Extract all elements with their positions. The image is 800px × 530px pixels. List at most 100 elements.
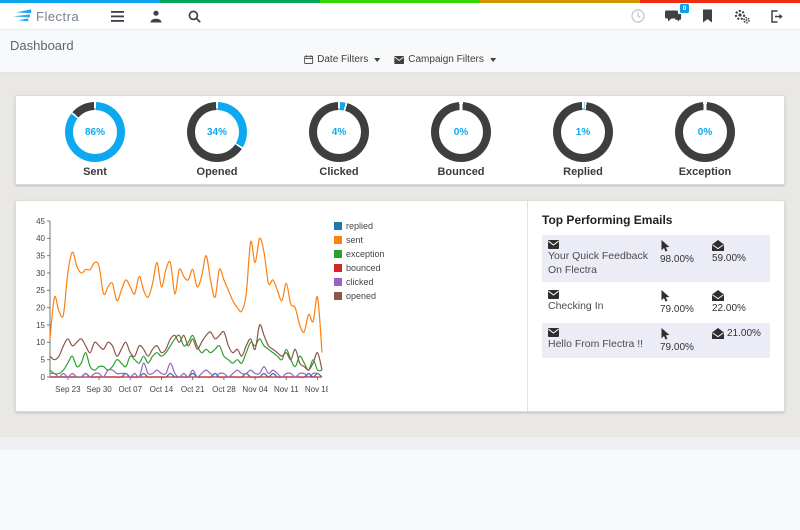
bottom-section <box>0 437 800 530</box>
user-icon[interactable] <box>150 10 162 23</box>
engagement-chart-panel: 051015202530354045Sep 23Sep 30Oct 07Oct … <box>16 201 528 411</box>
kpi-replied[interactable]: 1% Replied <box>553 102 613 178</box>
engagement-line-chart: 051015202530354045Sep 23Sep 30Oct 07Oct … <box>22 213 328 399</box>
opened-rate: 21.00% <box>712 328 764 339</box>
kpi-label: Sent <box>83 166 107 178</box>
envelope-icon <box>394 56 404 64</box>
envelope-icon <box>548 290 559 299</box>
legend-swatch <box>334 278 342 286</box>
donut-chart: 34% <box>187 102 247 162</box>
legend-swatch <box>334 264 342 272</box>
svg-text:45: 45 <box>36 217 45 226</box>
kpi-percent: 4% <box>309 102 369 162</box>
svg-text:Nov 11: Nov 11 <box>274 385 299 394</box>
legend-item-opened[interactable]: opened <box>334 291 385 301</box>
series-sent <box>50 238 322 353</box>
series-opened <box>50 325 322 371</box>
clicked-rate: 98.00% <box>660 240 712 265</box>
brand-strip-segment <box>480 0 640 3</box>
kpi-clicked[interactable]: 4% Clicked <box>309 102 369 178</box>
message-count-badge: 0 <box>680 4 689 13</box>
envelope-icon <box>548 328 559 337</box>
kpi-percent: 1% <box>553 102 613 162</box>
kpi-label: Bounced <box>437 166 484 178</box>
top-emails-panel: Top Performing Emails Your Quick Feedbac… <box>528 201 784 411</box>
cursor-icon <box>660 240 670 252</box>
clicked-rate: 79.00% <box>660 328 712 353</box>
email-subject: Your Quick Feedback On Flectra <box>548 240 660 277</box>
brand-strip-segment <box>0 0 160 3</box>
cursor-icon <box>660 290 670 302</box>
flectra-logo[interactable]: Flectra <box>12 8 79 24</box>
svg-text:Oct 21: Oct 21 <box>181 385 205 394</box>
brand-color-strip <box>0 0 800 3</box>
opened-rate: 59.00% <box>712 240 764 264</box>
kpi-bounced[interactable]: 0% Bounced <box>431 102 491 178</box>
settings-icon[interactable] <box>733 9 750 24</box>
chevron-down-icon <box>490 58 496 62</box>
svg-text:40: 40 <box>36 234 45 243</box>
kpi-percent: 0% <box>675 102 735 162</box>
date-filters-button[interactable]: Date Filters <box>304 54 380 65</box>
top-emails-title: Top Performing Emails <box>542 213 770 227</box>
kpi-opened[interactable]: 34% Opened <box>187 102 247 178</box>
svg-text:35: 35 <box>36 251 45 260</box>
legend-swatch <box>334 250 342 258</box>
svg-text:Oct 28: Oct 28 <box>212 385 236 394</box>
messages-icon[interactable]: 0 <box>665 9 682 23</box>
kpi-exception[interactable]: 0% Exception <box>675 102 735 178</box>
clock-icon[interactable] <box>631 9 645 23</box>
svg-text:Sep 23: Sep 23 <box>55 385 81 394</box>
kpi-label: Replied <box>563 166 603 178</box>
email-subject: Checking In <box>548 290 660 313</box>
kpi-percent: 86% <box>65 102 125 162</box>
donut-chart: 0% <box>675 102 735 162</box>
svg-text:0: 0 <box>41 373 46 382</box>
svg-text:25: 25 <box>36 286 45 295</box>
svg-text:Nov 18: Nov 18 <box>305 385 328 394</box>
legend-item-bounced[interactable]: bounced <box>334 263 385 273</box>
email-row[interactable]: Checking In79.00%22.00% <box>542 285 770 320</box>
bookmark-icon[interactable] <box>702 9 713 23</box>
campaign-filters-button[interactable]: Campaign Filters <box>394 54 496 65</box>
legend-swatch <box>334 222 342 230</box>
svg-text:Sep 30: Sep 30 <box>86 385 112 394</box>
brand-strip-segment <box>320 0 480 3</box>
kpi-sent[interactable]: 86% Sent <box>65 102 125 178</box>
open-envelope-icon <box>712 240 724 251</box>
legend-item-exception[interactable]: exception <box>334 249 385 259</box>
legend-item-clicked[interactable]: clicked <box>334 277 385 287</box>
open-envelope-icon <box>712 328 724 339</box>
bottom-panel-body <box>0 450 800 530</box>
legend-swatch <box>334 236 342 244</box>
donut-chart: 4% <box>309 102 369 162</box>
envelope-icon <box>548 240 559 249</box>
kpi-label: Opened <box>197 166 238 178</box>
analytics-card: 051015202530354045Sep 23Sep 30Oct 07Oct … <box>15 200 785 412</box>
svg-text:Oct 14: Oct 14 <box>150 385 174 394</box>
logout-icon[interactable] <box>770 10 784 23</box>
page-title: Dashboard <box>10 38 74 53</box>
brand-strip-segment <box>640 0 800 3</box>
chevron-down-icon <box>374 58 380 62</box>
email-row[interactable]: Hello From Flectra !!79.00%21.00% <box>542 323 770 358</box>
menu-icon[interactable] <box>111 11 124 22</box>
logo-text: Flectra <box>36 9 79 24</box>
clicked-rate: 79.00% <box>660 290 712 315</box>
email-subject: Hello From Flectra !! <box>548 328 660 351</box>
series-clicked <box>50 363 322 377</box>
chart-legend: replied sent exception bounced clicked opened <box>334 221 385 411</box>
bottom-panel-header <box>0 437 800 450</box>
legend-item-replied[interactable]: replied <box>334 221 385 231</box>
kpi-label: Exception <box>679 166 732 178</box>
app-header: Flectra <box>0 3 800 30</box>
email-row[interactable]: Your Quick Feedback On Flectra98.00%59.0… <box>542 235 770 282</box>
kpi-label: Clicked <box>319 166 358 178</box>
open-envelope-icon <box>712 290 724 301</box>
svg-text:Nov 04: Nov 04 <box>242 385 268 394</box>
kpi-percent: 0% <box>431 102 491 162</box>
search-icon[interactable] <box>188 10 201 23</box>
svg-text:20: 20 <box>36 303 45 312</box>
svg-text:15: 15 <box>36 321 45 330</box>
legend-item-sent[interactable]: sent <box>334 235 385 245</box>
